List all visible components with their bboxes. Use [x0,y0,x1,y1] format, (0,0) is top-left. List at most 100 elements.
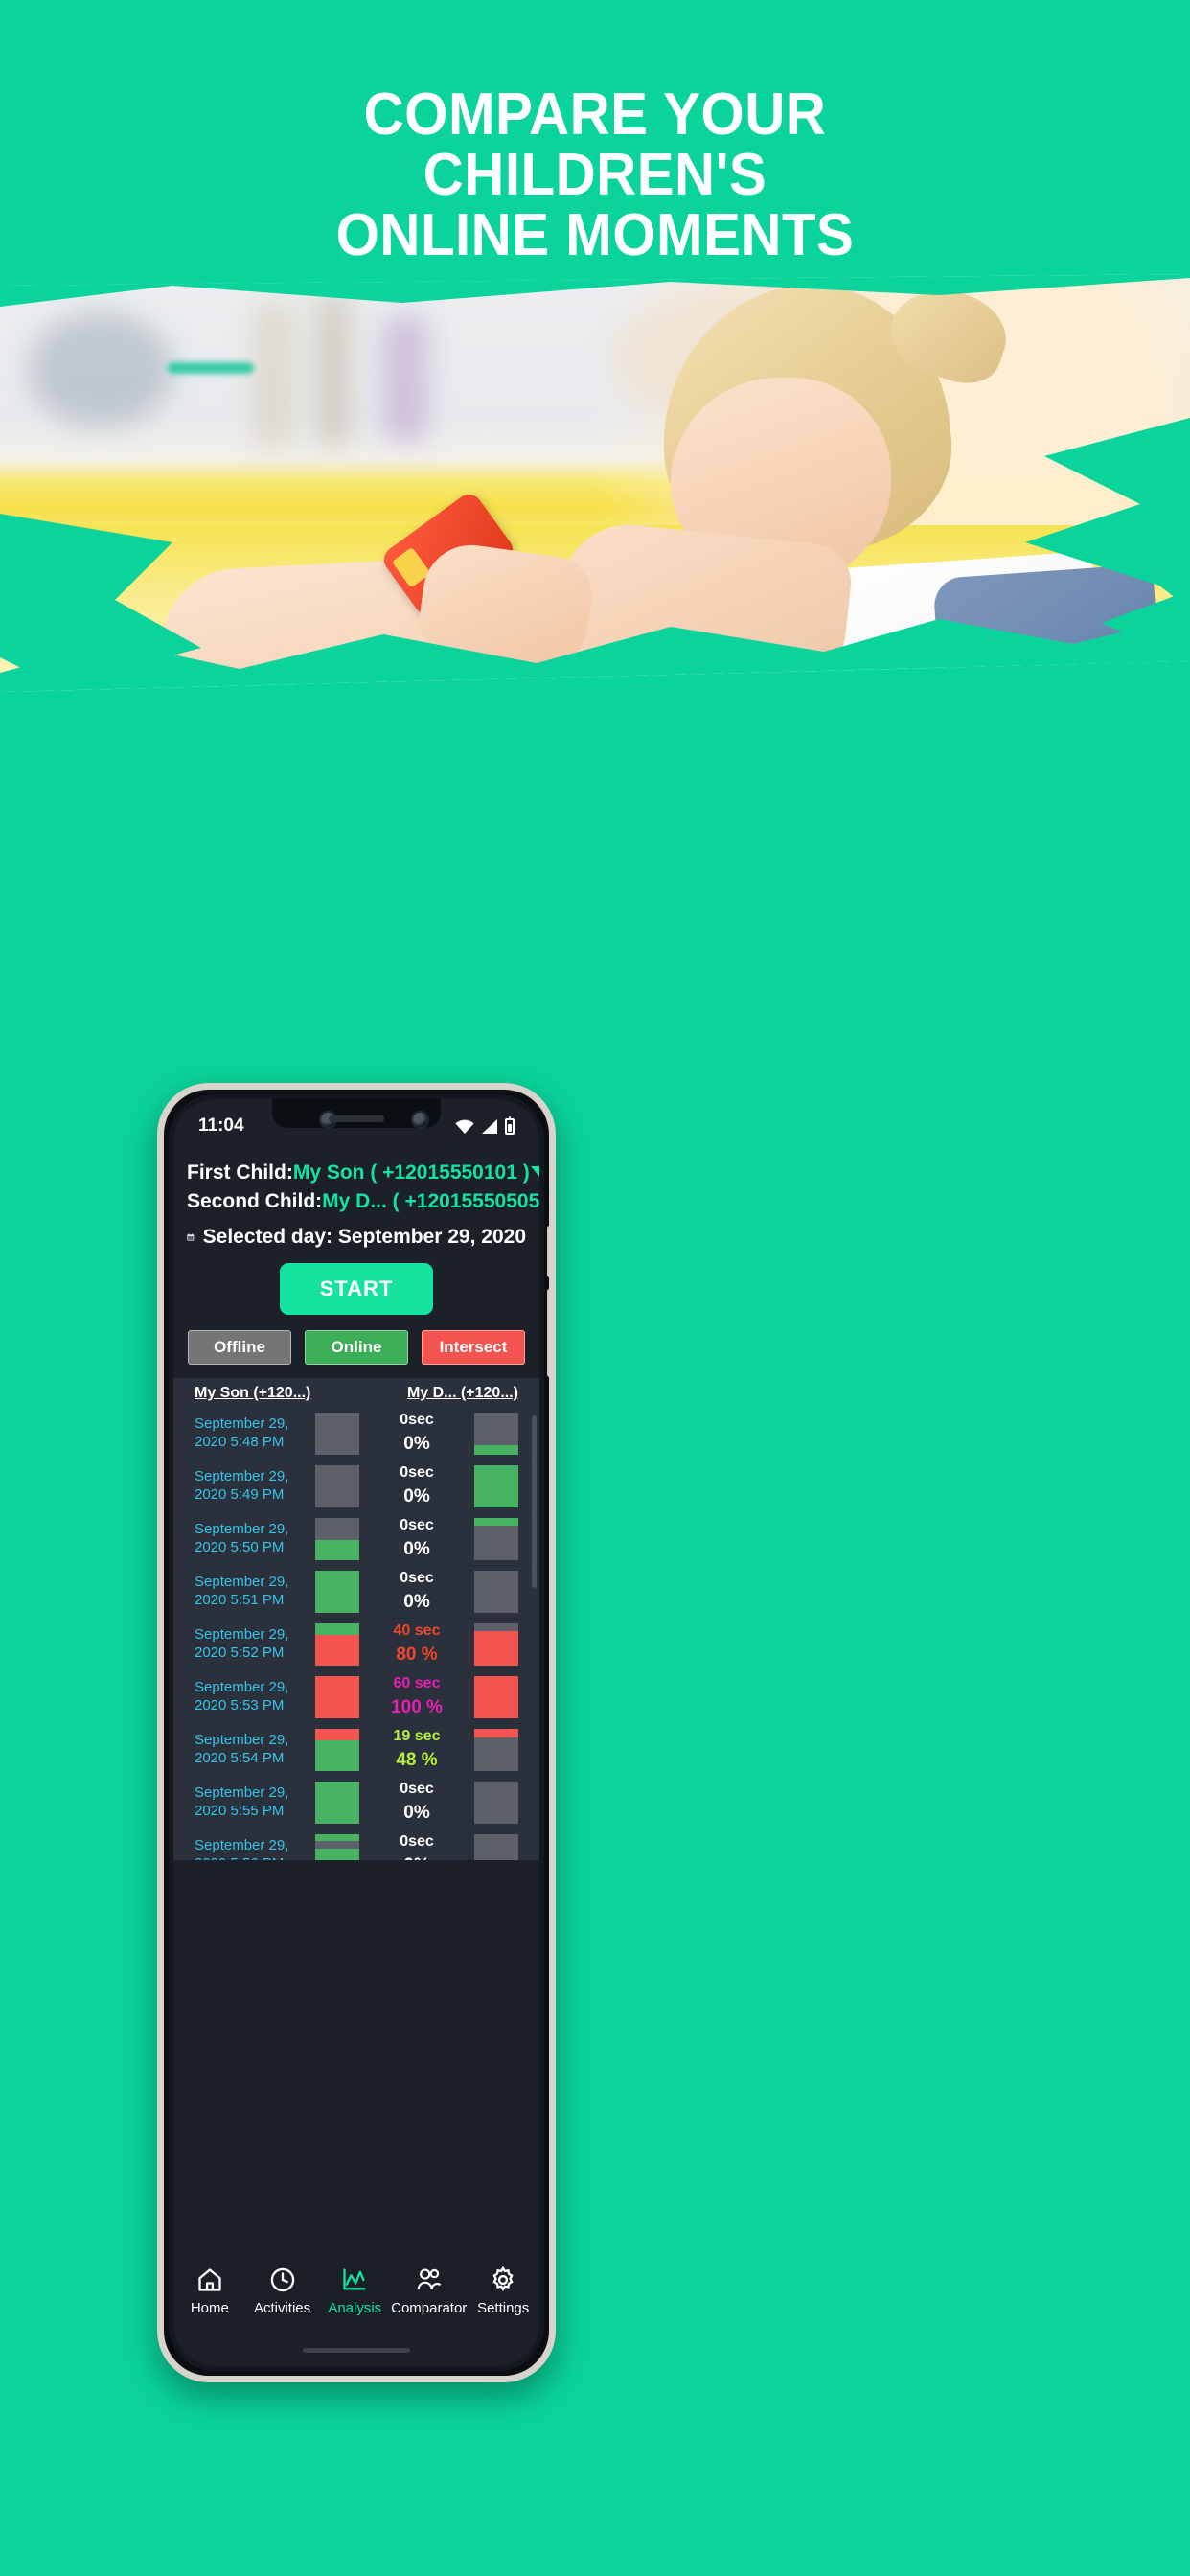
nav-item-settings[interactable]: Settings [467,2266,539,2316]
bar-segment-offline [474,1737,518,1771]
bar-first-child [315,1781,359,1824]
phone-screen: 11:04 First Child:My Son ( +12015550101 … [173,1099,539,2366]
bar-segment-online [315,1833,359,1841]
bar-second-child [474,1728,518,1771]
table-row[interactable]: September 29, 2020 5:56 PM 0sec 0% [173,1829,539,1860]
bar-segment-offline [315,1840,359,1849]
second-child-selector[interactable]: Second Child:My D... ( +12015550505 ) [187,1187,539,1216]
bar-segment-online [315,1622,359,1635]
nav-item-label: Activities [253,2300,311,2316]
row-seconds: 0sec [400,1464,434,1482]
first-child-label: First Child: [187,1162,293,1184]
bar-segment-online [474,1517,518,1527]
legend-intersect-button[interactable]: Intersect [422,1329,525,1365]
bar-segment-intersect [474,1630,518,1666]
row-seconds: 0sec [400,1781,434,1798]
bar-first-child [315,1464,359,1507]
headline-line-3: ONLINE MOMENTS [335,202,855,269]
row-percent: 0% [403,1485,430,1506]
phone-device: 11:04 First Child:My Son ( +12015550101 … [157,1083,556,2382]
nav-item-home[interactable]: Home [173,2266,246,2316]
second-child-value: My D... ( +12015550505 ) [322,1189,539,1212]
bar-second-child [474,1781,518,1824]
comparison-rows[interactable]: September 29, 2020 5:48 PM 0sec 0% Septembe… [173,1407,539,1860]
nav-item-analysis[interactable]: Analysis [318,2266,391,2316]
legend-online-button[interactable]: Online [305,1329,408,1365]
bar-segment-offline [474,1833,518,1860]
bar-first-child [315,1622,359,1666]
bar-second-child [474,1517,518,1560]
row-seconds: 0sec [400,1833,434,1851]
legend-bar: Offline Online Intersect [173,1329,539,1365]
row-intersect-values: 0sec 0% [359,1831,474,1859]
row-timestamp: September 29, 2020 5:51 PM [195,1574,289,1608]
chevron-down-icon[interactable] [530,1166,539,1177]
bar-segment-intersect [474,1675,518,1718]
nav-item-label: Home [190,2300,229,2316]
table-row[interactable]: September 29, 2020 5:53 PM 60 sec 100 % [173,1671,539,1724]
row-timestamp: September 29, 2020 5:55 PM [195,1784,289,1819]
bar-second-child [474,1622,518,1666]
scrollbar[interactable] [532,1414,537,1588]
selected-day-row[interactable]: Selected day: September 29, 2020 [187,1226,526,1249]
calendar-icon [187,1232,195,1241]
row-percent: 0% [403,1433,430,1454]
promo-stage: COMPARE YOUR CHILDREN'S ONLINE MOMENTS 1… [0,0,1190,2576]
row-seconds: 0sec [400,1517,434,1534]
bar-segment-offline [315,1464,359,1507]
table-row[interactable]: September 29, 2020 5:55 PM 0sec 0% [173,1777,539,1829]
table-row[interactable]: September 29, 2020 5:54 PM 19 sec 48 % [173,1724,539,1777]
bar-segment-offline [474,1622,518,1631]
bar-segment-offline [474,1781,518,1824]
column-header-right: My D... (+120...) [406,1384,518,1401]
volume-down-button[interactable] [547,1289,549,1377]
legend-offline-button[interactable]: Offline [188,1329,291,1365]
headline-line-1: COMPARE YOUR [363,81,827,148]
row-percent: 0% [403,1538,430,1559]
bar-segment-online [315,1739,359,1771]
earpiece-speaker [329,1116,384,1122]
clock-icon [269,2266,296,2293]
table-row[interactable]: September 29, 2020 5:51 PM 0sec 0% [173,1566,539,1619]
bar-segment-offline [474,1570,518,1613]
row-intersect-values: 0sec 0% [359,1779,474,1825]
table-row[interactable]: September 29, 2020 5:50 PM 0sec 0% [173,1513,539,1566]
wifi-icon [455,1119,474,1134]
first-child-value: My Son ( +12015550101 ) [292,1162,530,1184]
bar-segment-offline [474,1412,518,1445]
row-timestamp: September 29, 2020 5:52 PM [195,1626,289,1661]
volume-up-button[interactable] [547,1226,549,1277]
photo-blur-object [316,293,351,447]
row-intersect-values: 60 sec 100 % [359,1673,474,1719]
people-icon [416,2266,443,2293]
start-button-wrap: START [173,1262,539,1315]
row-percent: 0% [403,1802,430,1823]
start-button[interactable]: START [279,1262,434,1315]
status-clock: 11:04 [198,1116,244,1136]
table-row[interactable]: September 29, 2020 5:49 PM 0sec 0% [173,1460,539,1513]
nav-item-comparator[interactable]: Comparator [391,2266,467,2316]
chart-icon [341,2266,368,2293]
hero-photo [0,274,1190,692]
bar-segment-online [315,1570,359,1613]
bar-segment-online [474,1464,518,1507]
table-row[interactable]: September 29, 2020 5:48 PM 0sec 0% [173,1408,539,1460]
nav-item-label: Comparator [391,2300,468,2316]
bar-first-child [315,1517,359,1560]
nav-item-activities[interactable]: Activities [246,2266,319,2316]
row-seconds: 40 sec [393,1622,441,1640]
phone-bezel: 11:04 First Child:My Son ( +12015550101 … [169,1094,544,2371]
photo-blur-object [29,312,172,427]
bar-segment-intersect [315,1675,359,1718]
gear-icon [490,2266,516,2293]
table-header: My Son (+120...) My D... (+120...) [173,1377,539,1408]
bar-segment-offline [474,1526,518,1560]
photo-blur-object [383,316,427,441]
row-intersect-values: 0sec 0% [359,1410,474,1456]
bar-first-child [315,1833,359,1860]
bar-segment-offline [315,1517,359,1540]
promo-headline: COMPARE YOUR CHILDREN'S ONLINE MOMENTS [35,84,1154,266]
row-intersect-values: 0sec 0% [359,1462,474,1508]
table-row[interactable]: September 29, 2020 5:52 PM 40 sec 80 % [173,1619,539,1671]
first-child-selector[interactable]: First Child:My Son ( +12015550101 ) [187,1159,539,1187]
